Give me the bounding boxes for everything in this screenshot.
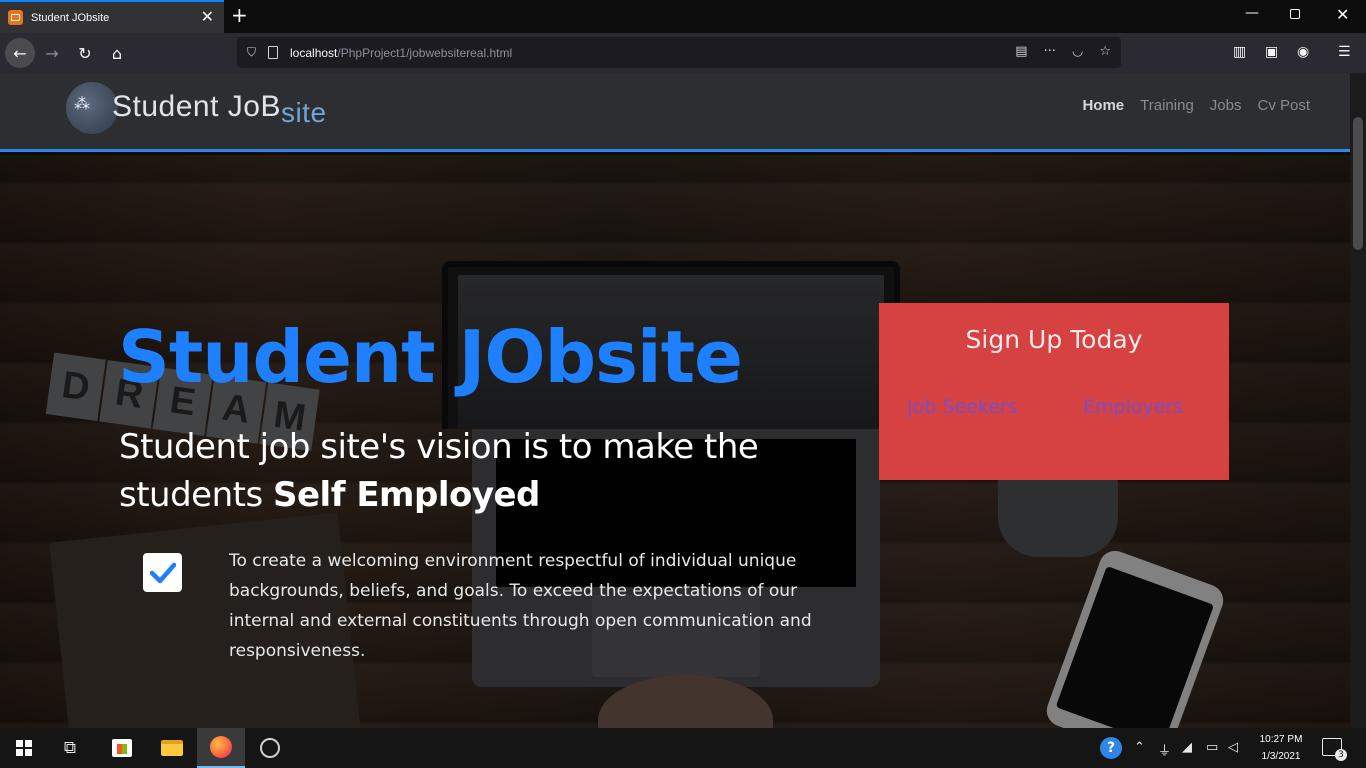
employers-link[interactable]: Employers: [1083, 396, 1183, 418]
url-text[interactable]: localhost/PhpProject1/jobwebsitereal.htm…: [290, 46, 512, 60]
shield-icon[interactable]: ⛉: [247, 45, 256, 60]
notification-count-badge: 3: [1335, 749, 1347, 761]
firefox-taskbar-button[interactable]: [197, 728, 245, 768]
address-bar[interactable]: ⛉ localhost/PhpProject1/jobwebsitereal.h…: [237, 37, 1121, 68]
page-viewport: ⁂ Student JoBsite Home Training Jobs Cv …: [0, 73, 1366, 728]
os-taskbar: ⧉ ? ⌃ ⏚ ◢ ▭ ◁ 10:27 PM 1/3/2021 3: [0, 728, 1366, 768]
account-icon[interactable]: ◉: [1297, 44, 1309, 60]
home-button[interactable]: ⌂: [102, 38, 132, 68]
url-path: /PhpProject1/jobwebsitereal.html: [337, 45, 513, 60]
store-icon: [112, 739, 132, 757]
start-button[interactable]: [0, 728, 48, 768]
site-favicon-icon: [8, 10, 23, 25]
hero-title: Student JObsite: [118, 315, 743, 399]
folder-icon: [161, 740, 183, 756]
library-icon[interactable]: ▥: [1233, 44, 1246, 60]
bookmark-star-icon[interactable]: ☆: [1099, 44, 1111, 59]
help-icon[interactable]: ?: [1100, 737, 1122, 759]
maximize-window-button[interactable]: [1290, 5, 1300, 23]
volume-icon[interactable]: ◁: [1228, 740, 1238, 755]
home-icon: ⌂: [111, 43, 123, 63]
file-explorer-taskbar-button[interactable]: [148, 728, 196, 768]
browser-tab-strip: Student JObsite ✕ + — ✕: [0, 0, 1366, 33]
browser-toolbar: ← → ↻ ⌂ ⛉ localhost/PhpProject1/jobwebsi…: [0, 33, 1366, 73]
browser-tab-active[interactable]: Student JObsite ✕: [0, 0, 224, 33]
site-header: ⁂ Student JoBsite Home Training Jobs Cv …: [0, 73, 1350, 152]
forward-button[interactable]: →: [37, 38, 67, 68]
nav-link-home[interactable]: Home: [1082, 97, 1124, 114]
close-window-button[interactable]: ✕: [1336, 5, 1349, 24]
hero-subtitle-bold: Self Employed: [273, 475, 540, 515]
site-logo[interactable]: ⁂ Student JoBsite: [66, 80, 386, 136]
notification-center-icon[interactable]: 3: [1322, 738, 1347, 761]
logo-text-accent: site: [280, 97, 327, 128]
signup-panel: Sign Up Today Job Seekers Employers: [879, 303, 1229, 480]
site-nav: Home Training Jobs Cv Post: [1082, 97, 1310, 114]
network-icon[interactable]: ◢: [1182, 740, 1192, 755]
app-taskbar-button[interactable]: [246, 728, 294, 768]
chevron-up-icon[interactable]: ⌃: [1134, 740, 1145, 755]
back-button[interactable]: ←: [5, 38, 35, 68]
windows-logo-icon: [16, 740, 32, 756]
check-icon: [143, 553, 182, 592]
battery-icon[interactable]: ▭: [1206, 740, 1218, 755]
url-host: localhost: [290, 45, 338, 60]
usb-icon[interactable]: ⏚: [1158, 740, 1171, 759]
address-bar-actions: ▤ ··· ◡ ☆: [1015, 44, 1111, 59]
hero-subtitle: Student job site's vision is to make the…: [119, 423, 839, 519]
logo-text: Student JoBsite: [112, 90, 327, 128]
new-tab-button[interactable]: +: [231, 4, 248, 26]
taskbar-clock[interactable]: 10:27 PM 1/3/2021: [1250, 731, 1312, 765]
reader-view-icon[interactable]: ▤: [1015, 44, 1027, 59]
app-icon: [260, 738, 280, 758]
pocket-icon[interactable]: ◡: [1072, 44, 1083, 59]
reload-icon: ↻: [78, 43, 92, 63]
menu-icon[interactable]: ☰: [1338, 44, 1351, 60]
sidebar-icon[interactable]: ▣: [1265, 44, 1278, 60]
page-info-icon[interactable]: [268, 46, 279, 59]
people-icon: ⁂: [74, 94, 90, 113]
reload-button[interactable]: ↻: [70, 38, 100, 68]
scrollbar-thumb[interactable]: [1353, 117, 1363, 250]
nav-link-training[interactable]: Training: [1140, 97, 1194, 114]
restore-icon: [1290, 9, 1300, 19]
minimize-window-button[interactable]: —: [1245, 5, 1259, 21]
tab-title: Student JObsite: [31, 11, 110, 24]
nav-link-cv-post[interactable]: Cv Post: [1257, 97, 1310, 114]
task-view-icon: ⧉: [63, 738, 77, 758]
task-view-button[interactable]: ⧉: [46, 728, 94, 768]
firefox-icon: [210, 736, 232, 758]
clock-time: 10:27 PM: [1259, 734, 1303, 745]
page-scrollbar[interactable]: [1350, 73, 1366, 728]
more-actions-icon[interactable]: ···: [1044, 44, 1056, 59]
checkmark-icon: [149, 562, 176, 583]
job-seekers-link[interactable]: Job Seekers: [907, 396, 1018, 418]
signup-title: Sign Up Today: [965, 325, 1143, 354]
close-icon[interactable]: ✕: [201, 8, 214, 26]
clock-date: 1/3/2021: [1261, 751, 1301, 762]
nav-link-jobs[interactable]: Jobs: [1210, 97, 1242, 114]
logo-text-main: Student JoB: [112, 90, 281, 123]
hero-section: DREAM Student JObsite Student job site's…: [0, 155, 1350, 728]
hero-paragraph: To create a welcoming environment respec…: [229, 551, 812, 661]
store-taskbar-button[interactable]: [98, 728, 146, 768]
arrow-right-icon: →: [45, 43, 59, 63]
arrow-left-icon: ←: [13, 43, 27, 63]
